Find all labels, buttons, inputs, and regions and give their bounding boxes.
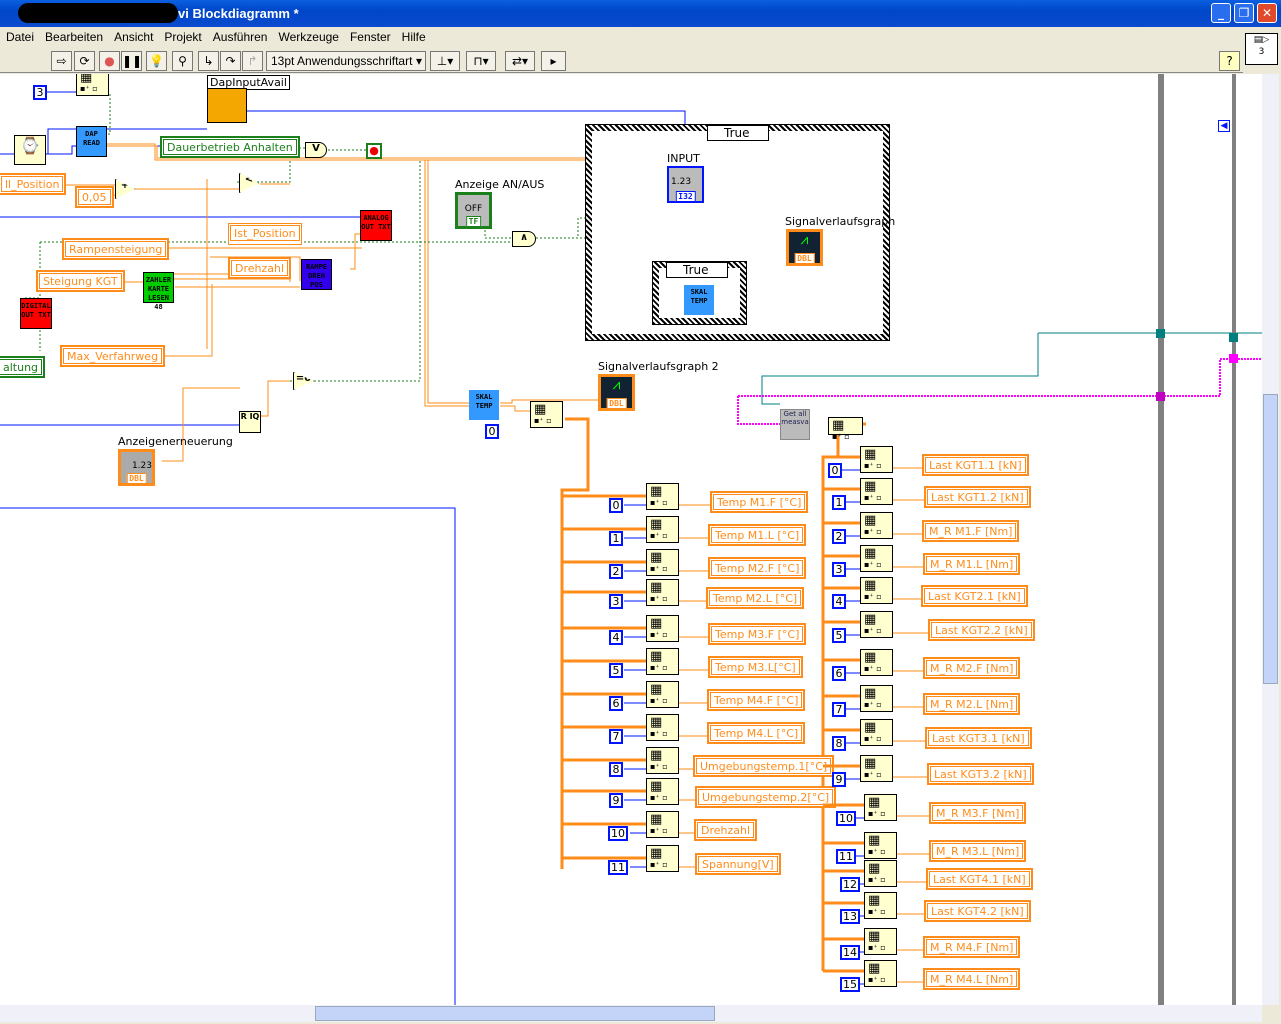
menu-ausfuehren[interactable]: Ausführen (207, 27, 273, 44)
menu-fenster[interactable]: Fenster (344, 27, 396, 44)
cleanup-icon[interactable]: ▸ (541, 51, 566, 71)
horizontal-scroll-thumb[interactable] (315, 1006, 715, 1021)
context-help-number: 3 (1258, 47, 1265, 57)
index-constant[interactable]: 15 (840, 977, 860, 992)
highlight-execution-icon[interactable]: 💡 (146, 51, 167, 71)
reorder-icon[interactable]: ⇄▾ (505, 51, 535, 71)
run-arrow-icon[interactable]: ⇨ (51, 51, 72, 71)
align-icon[interactable]: ⊥▾ (430, 51, 460, 71)
window-title: vi Blockdiagramm * (178, 6, 299, 21)
font-select[interactable]: 13pt Anwendungsschriftart ▾ (266, 51, 426, 71)
indicator-label: M_R M4.L [Nm] (926, 971, 1018, 987)
abort-icon[interactable]: ● (99, 51, 120, 71)
horizontal-scrollbar[interactable] (0, 1005, 1262, 1022)
title-bar: vi Blockdiagramm * _ ❐ ✕ (0, 0, 1281, 27)
menu-bearbeiten[interactable]: Bearbeiten (39, 27, 108, 44)
vertical-scroll-thumb[interactable] (1263, 394, 1278, 684)
index-array-node[interactable] (864, 960, 897, 987)
menu-ansicht[interactable]: Ansicht (108, 27, 158, 44)
step-out-icon[interactable]: ↱ (242, 51, 263, 71)
menu-hilfe[interactable]: Hilfe (396, 27, 431, 44)
redacted-title (18, 3, 178, 23)
block-diagram-canvas[interactable]: 3 DapInputAvail DAP READ ⌚ Dauerbetrieb … (0, 74, 1262, 1005)
chevron-down-icon: ▾ (415, 54, 422, 68)
menu-projekt[interactable]: Projekt (158, 27, 206, 44)
help-button[interactable]: ? (1219, 51, 1240, 71)
step-over-icon[interactable]: ↷ (220, 51, 241, 71)
toolbar: ⇨ ⟳ ● ❚❚ 💡 ⚲ ↳ ↷ ↱ 13pt Anwendungsschrif… (0, 48, 1243, 73)
load-torque-indicator[interactable]: M_R M4.L [Nm] (923, 968, 1021, 990)
font-select-value: 13pt Anwendungsschriftart (271, 54, 413, 68)
menu-bar: Datei Bearbeiten Ansicht Projekt Ausführen We… (0, 27, 1243, 47)
distribute-icon[interactable]: ⊓▾ (466, 51, 496, 71)
menu-datei[interactable]: Datei (0, 27, 39, 44)
pause-icon[interactable]: ❚❚ (121, 51, 142, 71)
step-into-icon[interactable]: ↳ (198, 51, 219, 71)
retain-wire-values-icon[interactable]: ⚲ (172, 51, 193, 71)
minimize-button[interactable]: _ (1211, 3, 1231, 23)
row-wire (823, 969, 923, 985)
close-button[interactable]: ✕ (1257, 3, 1277, 23)
restore-button[interactable]: ❐ (1234, 3, 1254, 23)
menu-werkzeuge[interactable]: Werkzeuge (272, 27, 343, 44)
vertical-scrollbar[interactable] (1262, 74, 1279, 1005)
context-help-window-icon[interactable]: ▤▷ 3 (1245, 33, 1278, 65)
run-continuously-icon[interactable]: ⟳ (74, 51, 95, 71)
